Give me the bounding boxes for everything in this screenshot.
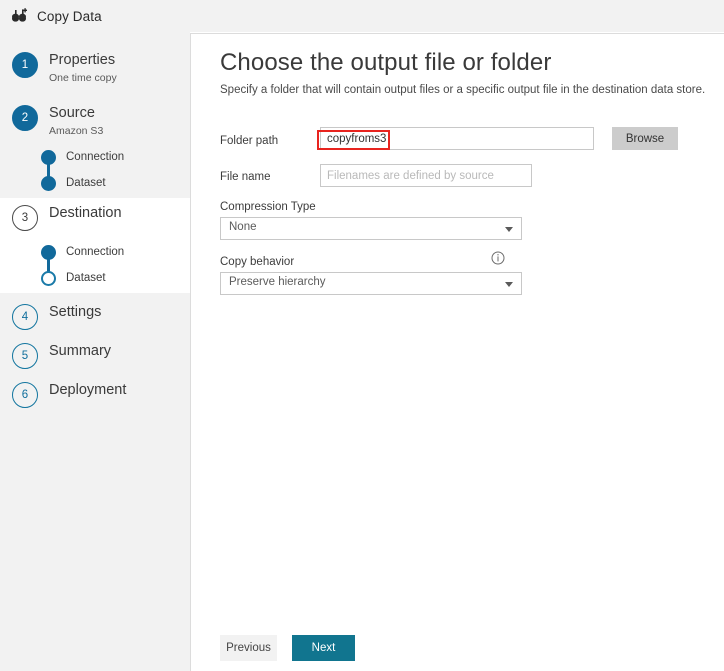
substep-dot [41, 245, 56, 260]
substeps-destination: Connection Dataset [41, 239, 190, 291]
sidebar-substep-destination-connection[interactable]: Connection [41, 239, 190, 265]
copy-behavior-value: Preserve hierarchy [229, 276, 326, 288]
substep-label: Connection [66, 151, 124, 163]
sidebar-step-destination[interactable]: 3 Destination Connection Dataset [0, 198, 190, 293]
compression-type-value: None [229, 221, 257, 233]
step-label-deployment: Deployment [49, 382, 126, 399]
sidebar-substep-source-connection[interactable]: Connection [41, 144, 190, 170]
step-sublabel-properties: One time copy [49, 71, 117, 85]
page-title: Choose the output file or folder [220, 49, 551, 77]
substep-dot [41, 176, 56, 191]
substep-dot [41, 150, 56, 165]
file-name-input[interactable] [320, 164, 532, 187]
copy-behavior-label: Copy behavior [220, 256, 294, 268]
step-label-destination: Destination [49, 205, 122, 222]
window-titlebar: Copy Data [0, 0, 724, 32]
step-label-source: Source [49, 105, 103, 122]
step-sublabel-source: Amazon S3 [49, 124, 103, 138]
substep-dot [41, 271, 56, 286]
substeps-source: Connection Dataset [41, 144, 190, 196]
chevron-down-icon [505, 227, 513, 232]
next-button[interactable]: Next [292, 635, 355, 661]
substep-label: Connection [66, 246, 124, 258]
info-icon[interactable] [491, 251, 505, 265]
wizard-content-panel: Choose the output file or folder Specify… [190, 33, 724, 671]
chevron-down-icon [505, 282, 513, 287]
step-number-1: 1 [12, 52, 38, 78]
copy-behavior-select[interactable]: Preserve hierarchy [220, 272, 522, 295]
step-label-settings: Settings [49, 304, 101, 321]
step-number-6: 6 [12, 382, 38, 408]
substep-label: Dataset [66, 272, 106, 284]
sidebar-step-properties[interactable]: 1 Properties One time copy [0, 48, 190, 95]
sidebar-substep-destination-dataset[interactable]: Dataset [41, 265, 190, 291]
compression-type-select[interactable]: None [220, 217, 522, 240]
wizard-sidebar: 1 Properties One time copy 2 Source Amaz… [0, 32, 190, 671]
step-number-3: 3 [12, 205, 38, 231]
page-subtitle: Specify a folder that will contain outpu… [220, 84, 705, 96]
copy-data-icon [11, 7, 29, 25]
file-name-label: File name [220, 171, 271, 183]
sidebar-step-settings[interactable]: 4 Settings [0, 297, 190, 336]
step-number-4: 4 [12, 304, 38, 330]
sidebar-substep-source-dataset[interactable]: Dataset [41, 170, 190, 196]
sidebar-step-summary[interactable]: 5 Summary [0, 336, 190, 375]
browse-button[interactable]: Browse [612, 127, 678, 150]
step-number-5: 5 [12, 343, 38, 369]
window-title: Copy Data [37, 9, 102, 24]
step-number-2: 2 [12, 105, 38, 131]
step-label-summary: Summary [49, 343, 111, 360]
sidebar-step-source[interactable]: 2 Source Amazon S3 Connection Dataset [0, 102, 190, 193]
sidebar-step-deployment[interactable]: 6 Deployment [0, 375, 190, 414]
previous-button[interactable]: Previous [220, 635, 277, 661]
folder-path-label: Folder path [220, 135, 278, 147]
substep-label: Dataset [66, 177, 106, 189]
compression-type-label: Compression Type [220, 201, 316, 213]
folder-path-input[interactable] [320, 127, 594, 150]
step-label-properties: Properties [49, 52, 117, 69]
